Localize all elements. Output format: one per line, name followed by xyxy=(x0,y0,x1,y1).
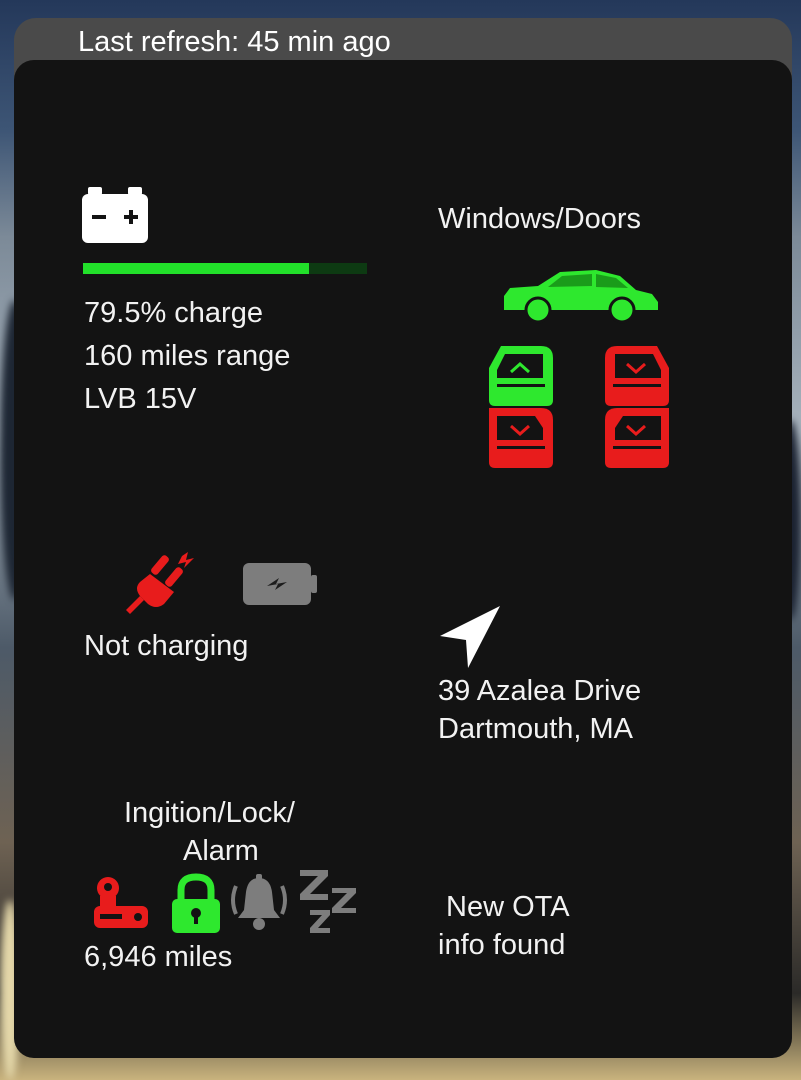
lvb-voltage-text: LVB 15V xyxy=(84,383,197,415)
security-title-line1: Ingition/Lock/ xyxy=(124,797,295,829)
charging-status-text: Not charging xyxy=(84,630,249,662)
ota-line2[interactable]: info found xyxy=(438,924,565,967)
car-side-icon xyxy=(504,270,658,324)
location-city[interactable]: Dartmouth, MA xyxy=(438,708,633,751)
navigation-arrow-icon xyxy=(440,606,500,668)
lock-icon xyxy=(172,873,220,933)
key-icon xyxy=(94,877,148,928)
car-battery-icon xyxy=(82,187,148,243)
ota-line1[interactable]: New OTA xyxy=(446,886,570,929)
door-front-left-icon[interactable] xyxy=(489,346,553,406)
last-refresh-label[interactable]: Last refresh: 45 min ago xyxy=(78,22,391,62)
charge-percent-text: 79.5% charge xyxy=(84,297,263,329)
windows-doors-title: Windows/Doors xyxy=(438,203,642,235)
door-rear-right-icon[interactable] xyxy=(605,408,669,468)
sleep-zzz-icon xyxy=(300,870,356,933)
security-title-line2: Alarm xyxy=(183,835,259,867)
location-street[interactable]: 39 Azalea Drive xyxy=(438,670,641,713)
odometer-text: 6,946 miles xyxy=(84,941,233,973)
range-text: 160 miles range xyxy=(84,340,291,372)
charge-progress-bar xyxy=(83,263,367,274)
plug-disconnected-icon xyxy=(126,552,194,614)
battery-charging-icon xyxy=(243,563,317,605)
bell-ringing-icon xyxy=(231,874,287,930)
charge-progress-fill xyxy=(83,263,309,274)
door-front-right-icon[interactable] xyxy=(605,346,669,406)
door-rear-left-icon[interactable] xyxy=(489,408,553,468)
